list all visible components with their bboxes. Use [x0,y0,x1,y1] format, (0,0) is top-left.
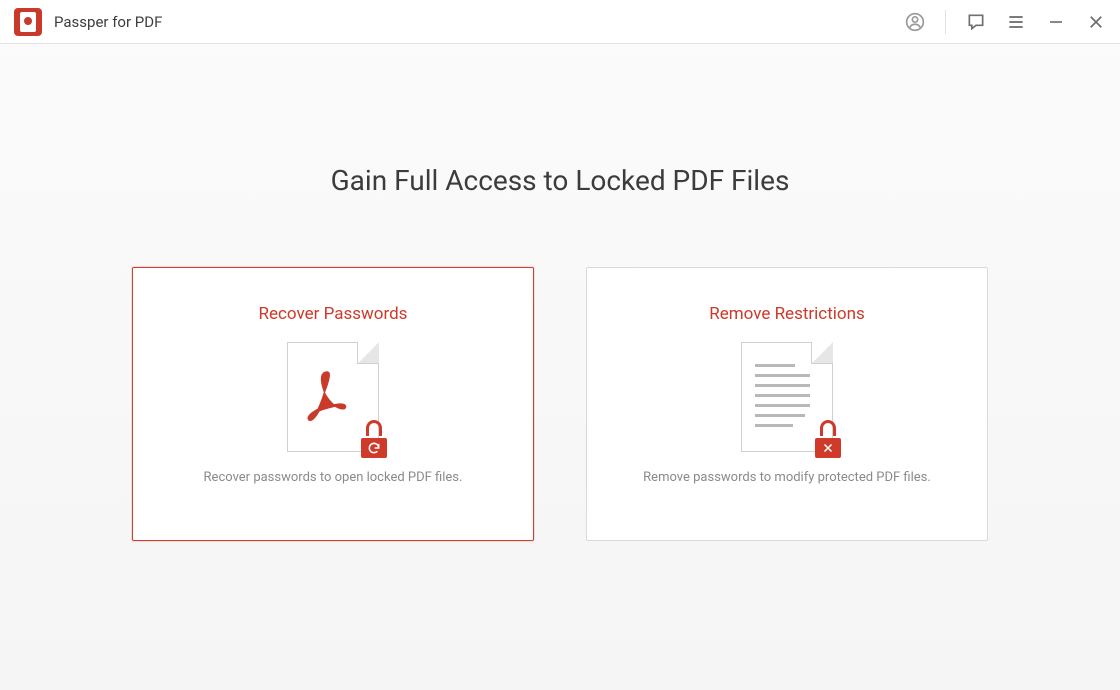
app-logo-icon [14,8,42,36]
card-title: Recover Passwords [259,304,408,324]
main-content: Gain Full Access to Locked PDF Files Rec… [0,44,1120,541]
remove-restrictions-card[interactable]: Remove Restrictions Remove [586,267,988,541]
lock-remove-icon [813,428,843,458]
mode-cards: Recover Passwords Recover [132,267,988,541]
feedback-icon[interactable] [966,12,986,32]
close-button[interactable] [1086,12,1106,32]
titlebar: Passper for PDF [0,0,1120,44]
minimize-button[interactable] [1046,12,1066,32]
titlebar-controls [905,10,1106,34]
card-title: Remove Restrictions [709,304,865,324]
card-description: Recover passwords to open locked PDF fil… [184,470,483,485]
app-title: Passper for PDF [54,13,162,31]
account-icon[interactable] [905,12,925,32]
pdf-recover-illustration-icon [287,342,379,452]
separator [945,10,946,34]
titlebar-left: Passper for PDF [14,8,162,36]
pdf-restrictions-illustration-icon [741,342,833,452]
menu-icon[interactable] [1006,12,1026,32]
adobe-pdf-icon [299,366,355,422]
page-headline: Gain Full Access to Locked PDF Files [331,164,790,197]
lock-refresh-icon [359,428,389,458]
recover-passwords-card[interactable]: Recover Passwords Recover [132,267,534,541]
card-description: Remove passwords to modify protected PDF… [623,470,951,485]
